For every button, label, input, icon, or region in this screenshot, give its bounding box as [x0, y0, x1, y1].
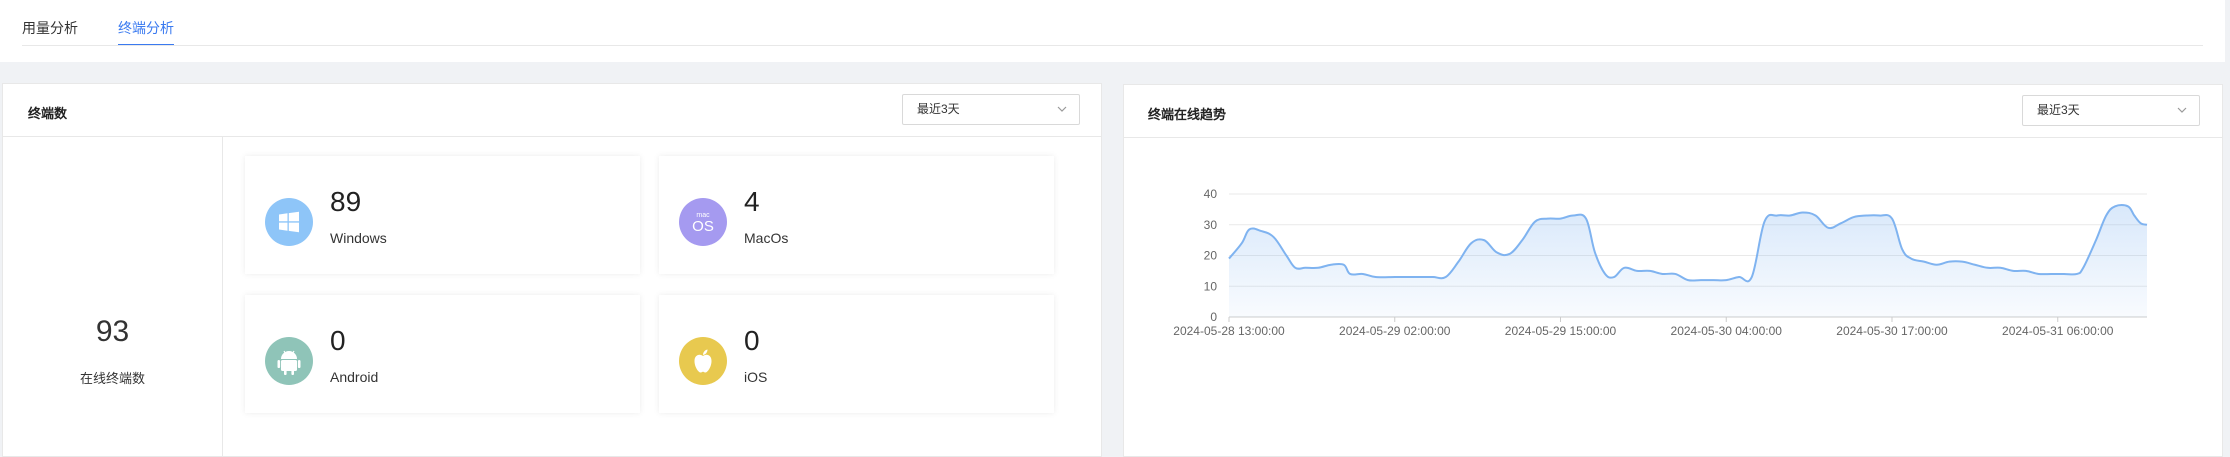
panel-title: 终端数	[28, 106, 68, 121]
macos-icon-main-text: OS	[692, 218, 714, 235]
tab-usage-analysis[interactable]: 用量分析	[22, 18, 78, 46]
online-trend-chart: 0 10 20 30 40 2024-05-28 13:00:00 2024-05-29 0…	[1124, 139, 2222, 456]
android-count: 0	[330, 325, 346, 356]
y-tick-label: 10	[1204, 279, 1218, 293]
windows-count: 89	[330, 186, 362, 217]
os-card-macos: mac OS 4 MacOs	[659, 156, 1054, 274]
android-icon	[265, 337, 313, 385]
os-card-ios: 0 iOS	[659, 295, 1054, 413]
apple-icon	[679, 337, 727, 385]
chevron-down-icon	[1057, 106, 1067, 112]
chevron-down-icon	[2177, 107, 2187, 113]
y-tick-label: 30	[1204, 218, 1218, 232]
online-trend-header: 终端在线趋势 最近3天	[1124, 85, 2222, 138]
trend-chart-svg: 0 10 20 30 40 2024-05-28 13:00:00 2024-05-29 0…	[1173, 187, 2148, 338]
x-tick-label: 2024-05-29 02:00:00	[1339, 324, 1451, 338]
tabs-divider	[22, 45, 2203, 46]
os-card-android: 0 Android	[245, 295, 640, 413]
tab-terminal-analysis[interactable]: 终端分析	[118, 18, 174, 46]
online-total-label: 在线终端数	[79, 371, 145, 386]
windows-label: Windows	[330, 230, 387, 246]
x-tick-label: 2024-05-28 13:00:00	[1173, 324, 1285, 338]
windows-icon	[265, 198, 313, 246]
terminal-count-panel: 终端数 最近3天 93 在线终端数 89 Windows mac OS 4 Ma…	[2, 83, 1102, 457]
x-tick-label: 2024-05-29 15:00:00	[1505, 324, 1617, 338]
range-value: 最近3天	[2037, 103, 2080, 117]
range-value: 最近3天	[917, 102, 960, 116]
analysis-tabs: 用量分析 终端分析	[0, 0, 2225, 62]
os-card-windows: 89 Windows	[245, 156, 640, 274]
macos-icon: mac OS	[679, 198, 727, 246]
online-total-section: 93 在线终端数	[3, 137, 223, 456]
macos-count: 4	[744, 186, 760, 217]
panel-title: 终端在线趋势	[1148, 107, 1227, 122]
y-tick-label: 40	[1204, 187, 1218, 201]
trend-range-select[interactable]: 最近3天	[2022, 95, 2200, 126]
macos-label: MacOs	[744, 230, 789, 246]
trend-line	[1228, 204, 2148, 283]
x-tick-label: 2024-05-31 06:00:00	[2002, 324, 2114, 338]
x-tick-label: 2024-05-30 04:00:00	[1671, 324, 1783, 338]
x-tick-label: 2024-05-30 17:00:00	[1836, 324, 1948, 338]
y-tick-label: 20	[1204, 249, 1218, 263]
terminal-count-header: 终端数 最近3天	[3, 84, 1101, 137]
y-tick-label: 0	[1210, 310, 1217, 324]
ios-count: 0	[744, 325, 760, 356]
terminal-range-select[interactable]: 最近3天	[902, 94, 1080, 125]
online-total-count: 93	[95, 315, 130, 348]
android-label: Android	[330, 369, 379, 385]
trend-area	[1229, 205, 2147, 317]
online-trend-panel: 终端在线趋势 最近3天 0 10 20 30 40 2024-05-28 13:00:00…	[1123, 84, 2223, 457]
ios-label: iOS	[744, 369, 768, 385]
